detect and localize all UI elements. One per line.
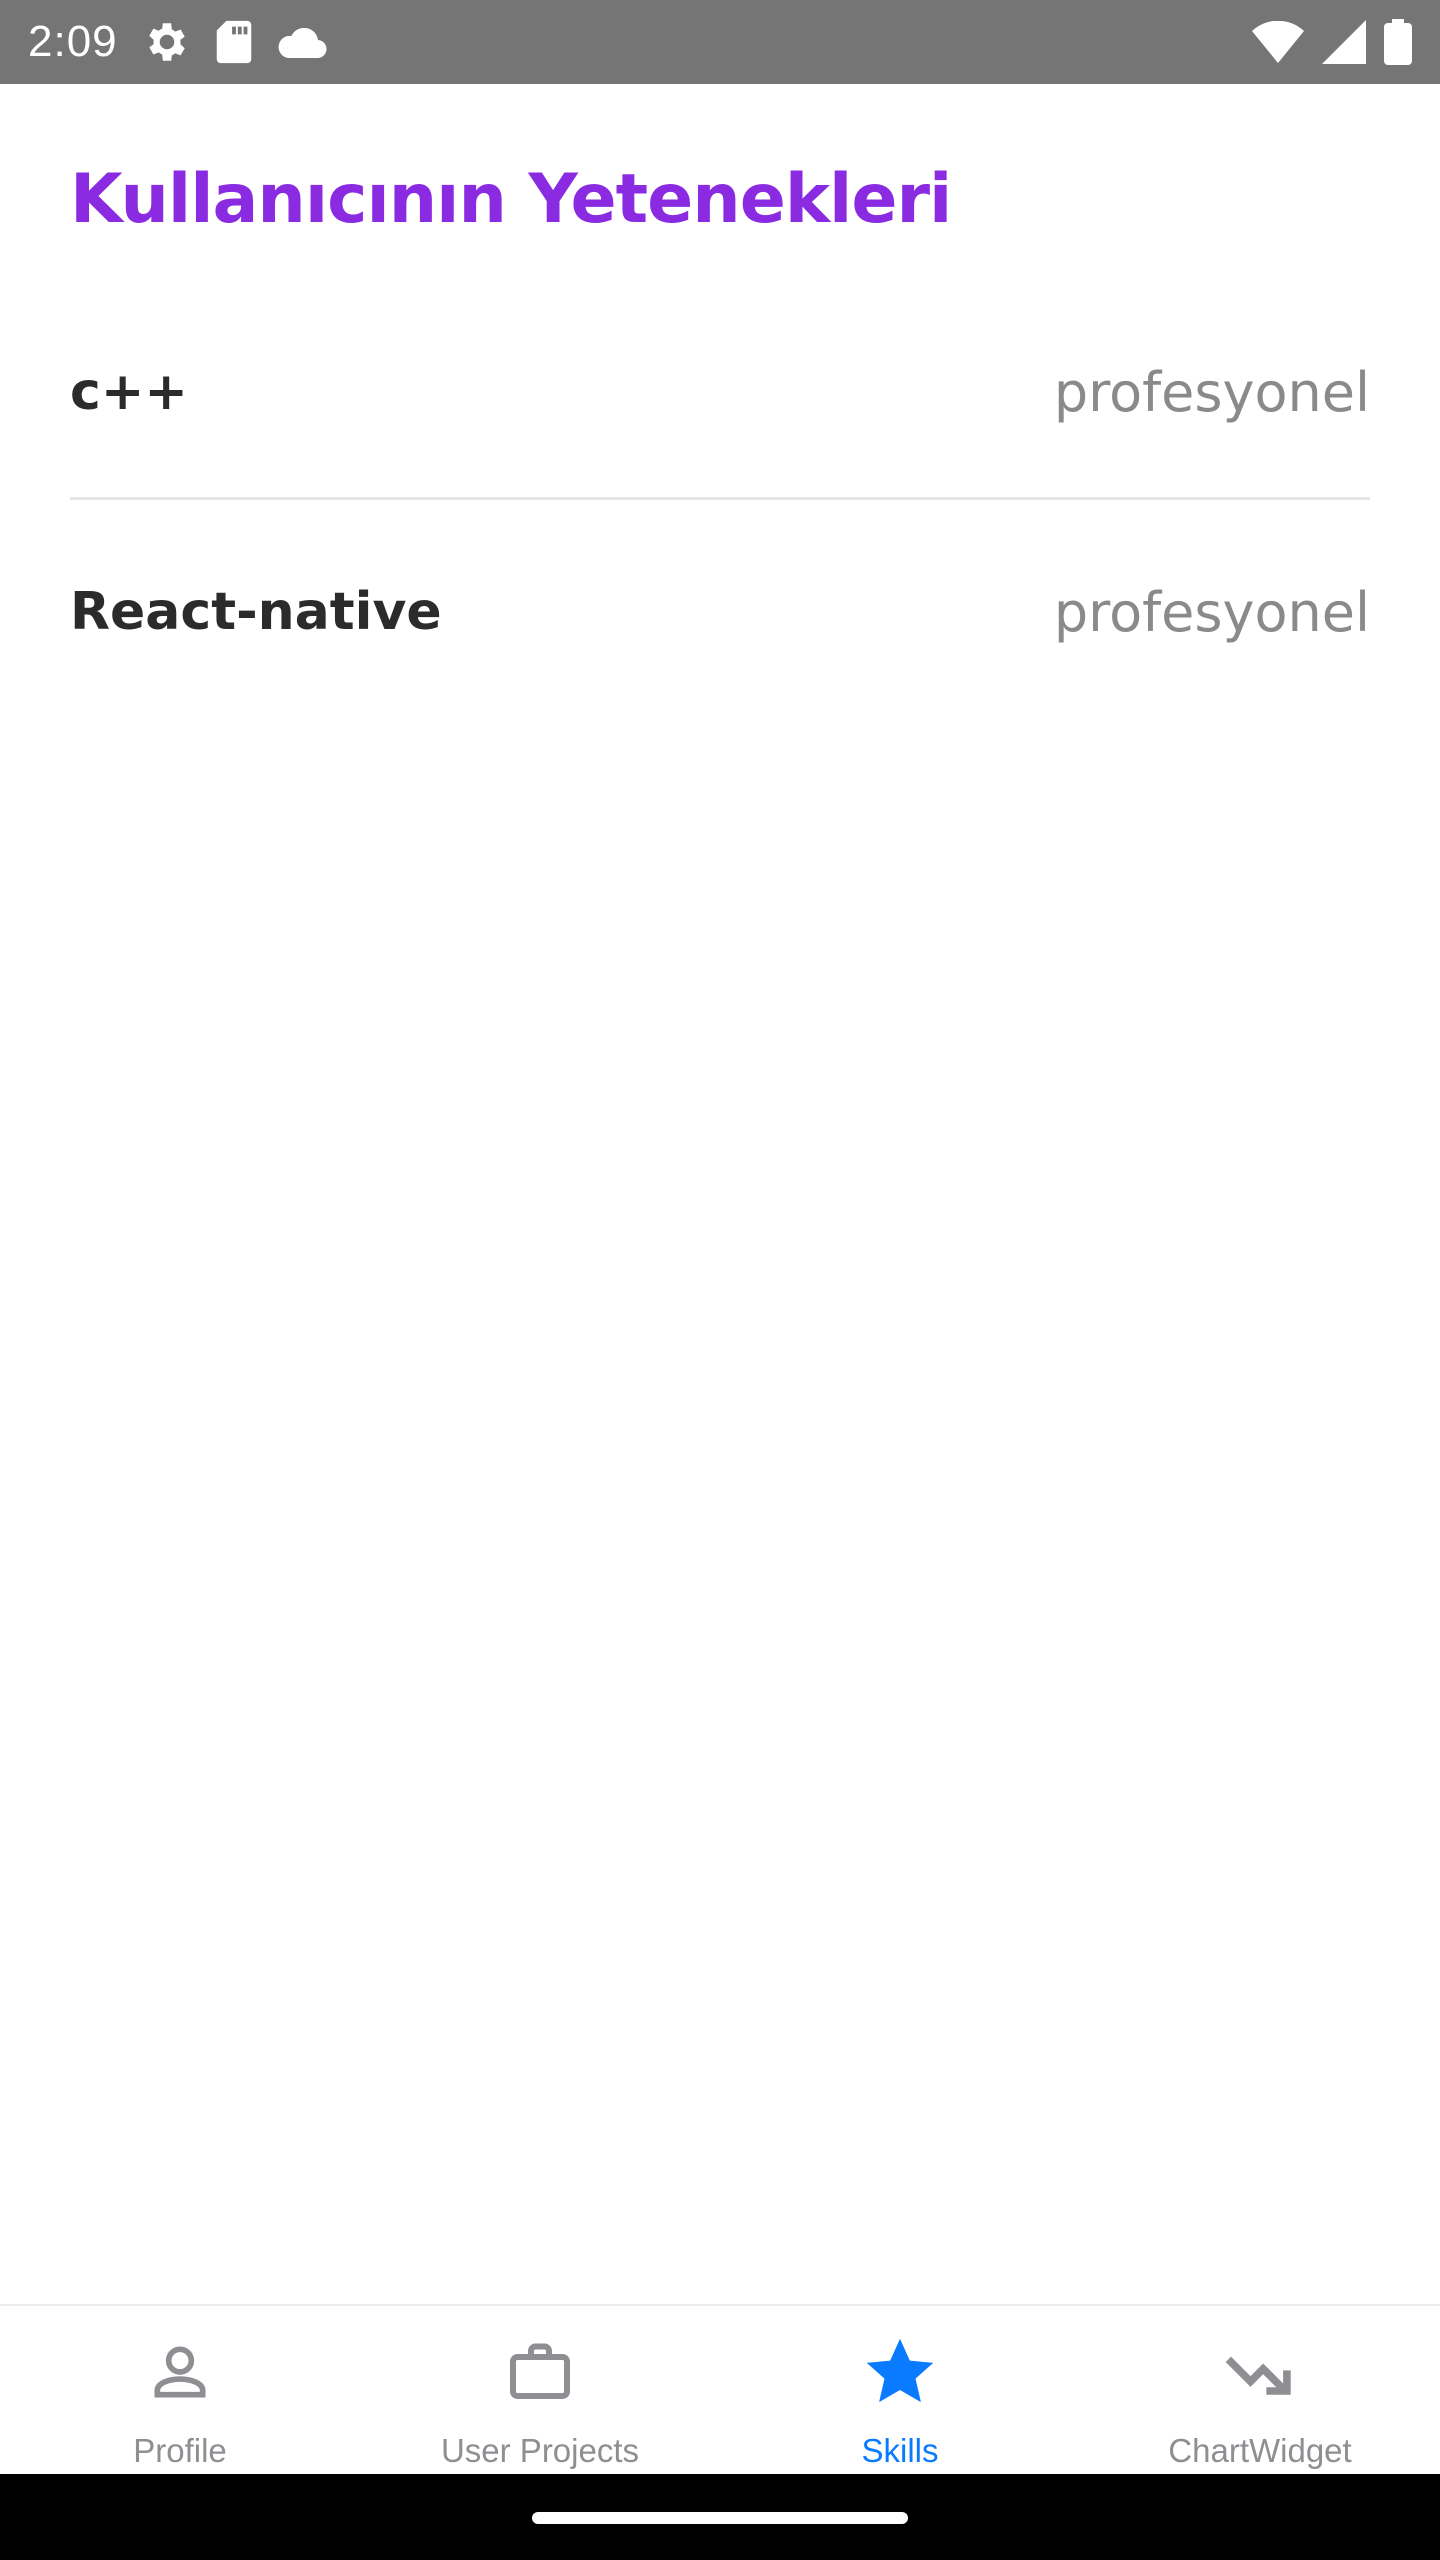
- list-item: React-native profesyonel: [70, 562, 1370, 662]
- tab-label-chartwidget: ChartWidget: [1168, 2432, 1352, 2469]
- skill-name: c++: [70, 362, 188, 422]
- tab-profile[interactable]: Profile: [0, 2306, 360, 2474]
- tab-label-skills: Skills: [861, 2432, 939, 2469]
- briefcase-icon: [500, 2332, 580, 2412]
- battery-icon: [1384, 19, 1412, 65]
- list-item: c++ profesyonel: [70, 342, 1370, 442]
- trending-down-icon: [1220, 2332, 1300, 2412]
- tab-label-profile: Profile: [133, 2432, 227, 2469]
- tab-skills[interactable]: Skills: [720, 2306, 1080, 2474]
- tab-label-user-projects: User Projects: [440, 2432, 640, 2469]
- tab-user-projects[interactable]: User Projects: [360, 2306, 720, 2474]
- tab-chartwidget[interactable]: ChartWidget: [1080, 2306, 1440, 2474]
- divider: [70, 497, 1370, 500]
- page-title: Kullanıcının Yetenekleri: [70, 160, 952, 239]
- sd-card-icon: [214, 19, 254, 65]
- status-bar: 2:09: [0, 0, 1440, 84]
- status-time: 2:09: [28, 17, 118, 66]
- wifi-icon: [1252, 21, 1304, 63]
- cloud-icon: [276, 24, 328, 60]
- home-gesture-handle[interactable]: [532, 2512, 908, 2524]
- bottom-nav: Profile User Projects Skills ChartWidget: [0, 2304, 1440, 2474]
- skill-name: React-native: [70, 582, 442, 642]
- skill-level: profesyonel: [1053, 580, 1370, 644]
- skill-level: profesyonel: [1053, 360, 1370, 424]
- status-left-icons: [142, 17, 328, 67]
- person-icon: [140, 2332, 220, 2412]
- settings-gear-icon: [142, 17, 192, 67]
- star-icon: [860, 2332, 940, 2412]
- signal-icon: [1322, 20, 1366, 64]
- status-right-icons: [1252, 19, 1412, 65]
